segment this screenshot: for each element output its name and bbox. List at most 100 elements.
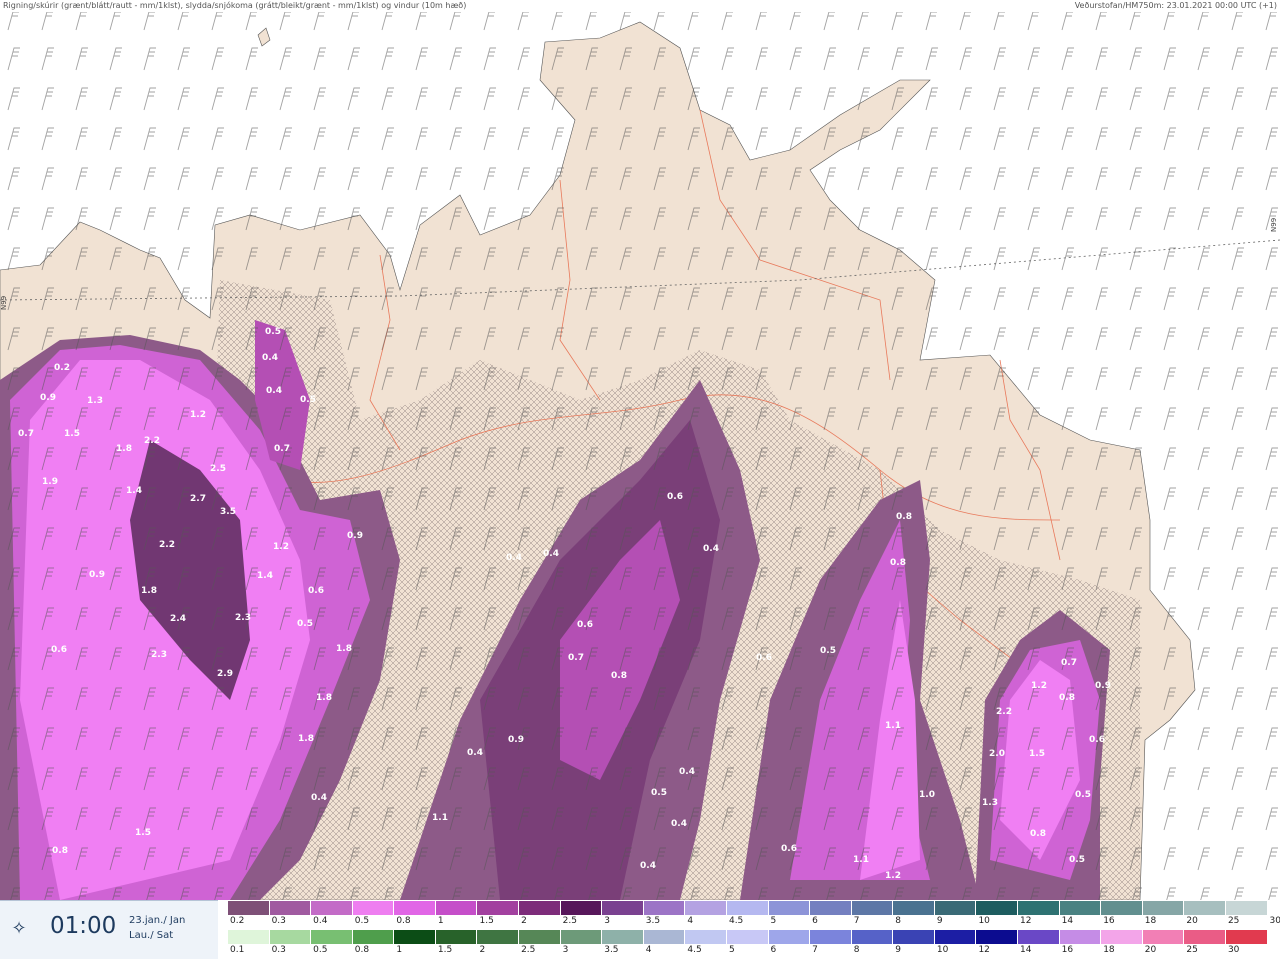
precip-value-label: 2.3 xyxy=(151,650,167,660)
legend-swatch xyxy=(560,930,602,944)
legend-swatch xyxy=(726,901,768,915)
precip-value-label: 0.7 xyxy=(274,444,290,454)
precip-value-label: 1.2 xyxy=(885,871,901,881)
precip-value-label: 0.7 xyxy=(18,429,34,439)
footer-panel: ✧ 01:00 23.jan./ Jan Lau./ Sat 0.2 0.3 0.4… xyxy=(0,900,1280,959)
precip-value-label: 1.5 xyxy=(1029,749,1045,759)
time-display: ✧ 01:00 23.jan./ Jan Lau./ Sat xyxy=(0,900,218,959)
legend-swatch xyxy=(1184,930,1225,944)
legend-swatch xyxy=(477,930,519,944)
legend-swatch xyxy=(810,901,851,915)
grid-label-left: N99 xyxy=(0,296,8,310)
legend-swatch xyxy=(269,901,311,915)
precip-value-label: 1.0 xyxy=(919,790,935,800)
precip-value-label: 0.6 xyxy=(51,645,67,655)
precip-value-label: 1.8 xyxy=(298,734,314,744)
legend-swatch xyxy=(1184,901,1225,915)
model-run-label: Veðurstofan/HM750m: 23.01.2021 00:00 UTC… xyxy=(1074,1,1277,10)
grid-label-right: N99 xyxy=(1270,218,1278,232)
legend-label: 1.5 xyxy=(437,945,453,955)
legend-label: 20 xyxy=(1186,916,1198,926)
precip-value-label: 1.8 xyxy=(316,693,332,703)
precip-value-label: 1.9 xyxy=(42,477,58,487)
precip-value-label: 2.0 xyxy=(989,749,1005,759)
legend-label: 9 xyxy=(936,916,943,926)
precip-value-label: 0.5 xyxy=(651,788,667,798)
legend-label: 2 xyxy=(479,945,486,955)
precip-value-label: 0.4 xyxy=(679,767,695,777)
legend-label: 16 xyxy=(1103,916,1115,926)
legend-label: 9 xyxy=(895,945,902,955)
legend-label: 18 xyxy=(1103,945,1115,955)
precip-value-label: 0.2 xyxy=(54,363,70,373)
legend-swatch xyxy=(1101,930,1142,944)
legend-swatch xyxy=(934,901,976,915)
legend-label: 25 xyxy=(1186,945,1198,955)
precip-value-label: 0.4 xyxy=(467,748,483,758)
legend-label: 5 xyxy=(770,916,777,926)
precip-value-label: 1.4 xyxy=(257,571,273,581)
precip-value-label: 0.9 xyxy=(1095,681,1111,691)
legend-swatch xyxy=(1018,930,1059,944)
legend-swatch xyxy=(851,901,893,915)
precip-value-label: 0.9 xyxy=(40,393,56,403)
legend-label: 0.8 xyxy=(354,945,370,955)
precip-value-label: 0.4 xyxy=(640,861,656,871)
legend-swatch xyxy=(976,930,1018,944)
precip-value-label: 0.5 xyxy=(300,395,316,405)
legend-swatch xyxy=(685,930,726,944)
legend-swatch xyxy=(1059,901,1101,915)
precip-value-label: 2.4 xyxy=(170,614,186,624)
snow-legend xyxy=(228,901,1280,915)
precip-value-label: 1.5 xyxy=(64,429,80,439)
precip-value-label: 0.4 xyxy=(543,549,559,559)
precip-value-label: 0.5 xyxy=(1069,855,1085,865)
legend-label: 3.5 xyxy=(604,945,619,955)
legend-swatch xyxy=(768,901,810,915)
legend-label: 1 xyxy=(396,945,403,955)
precip-value-label: 0.6 xyxy=(756,653,772,663)
legend-label: 0.5 xyxy=(313,945,328,955)
legend-label: 0.4 xyxy=(313,916,328,926)
precip-value-label: 1.1 xyxy=(432,813,448,823)
legend-label: 8 xyxy=(853,945,860,955)
precip-value-label: 0.9 xyxy=(347,531,363,541)
legend-swatch xyxy=(602,901,643,915)
legend-label: 0.2 xyxy=(230,916,245,926)
legend-label: 12 xyxy=(1020,916,1032,926)
legend-label: 0.1 xyxy=(230,945,245,955)
legend-swatch xyxy=(934,930,976,944)
legend-label: 3 xyxy=(562,945,569,955)
precip-value-label: 2.2 xyxy=(996,707,1012,717)
compass-icon[interactable]: ✧ xyxy=(7,917,31,941)
legend-label: 2.5 xyxy=(562,916,577,926)
rain-legend-labels: 0.1 0.3 0.5 0.8 1 1.5 2 2.5 3 3.5 4 4.5 5 6 7 8 9 10 12 14 1… xyxy=(228,945,1280,959)
precip-value-label: 1.8 xyxy=(141,586,157,596)
legend-label: 0.5 xyxy=(354,916,370,926)
precip-value-label: 1.2 xyxy=(1031,681,1047,691)
legend-swatch xyxy=(1142,930,1184,944)
legend-label: 4 xyxy=(687,916,694,926)
precip-value-label: 0.4 xyxy=(506,553,522,563)
precip-value-label: 0.6 xyxy=(308,586,324,596)
precip-value-label: 0.8 xyxy=(1030,829,1046,839)
legend-label: 1.5 xyxy=(479,916,494,926)
forecast-map[interactable]: N99 N99 0.2 0.9 1.3 0.7 1.5 1.8 2.2 1.2 1.9 1.4 2.… xyxy=(0,12,1280,900)
precip-value-label: 3.5 xyxy=(220,507,236,517)
legend-label: 10 xyxy=(936,945,949,955)
precip-value-label: 0.8 xyxy=(611,671,627,681)
legend-swatch xyxy=(519,901,560,915)
precip-value-label: 2.7 xyxy=(190,494,206,504)
legend-swatch xyxy=(1142,901,1184,915)
legend-label: 2 xyxy=(521,916,527,926)
precip-value-label: 0.4 xyxy=(262,353,278,363)
precip-value-label: 0.5 xyxy=(820,646,836,656)
precip-value-label: 0.8 xyxy=(896,512,912,522)
precip-value-label: 2.2 xyxy=(144,436,160,446)
legend-swatch xyxy=(810,930,851,944)
legend-label: 0.3 xyxy=(271,945,286,955)
legend-swatch xyxy=(851,930,893,944)
legend-label: 12 xyxy=(978,945,990,955)
precip-value-label: 1.1 xyxy=(885,721,901,731)
legend-swatch xyxy=(643,930,685,944)
